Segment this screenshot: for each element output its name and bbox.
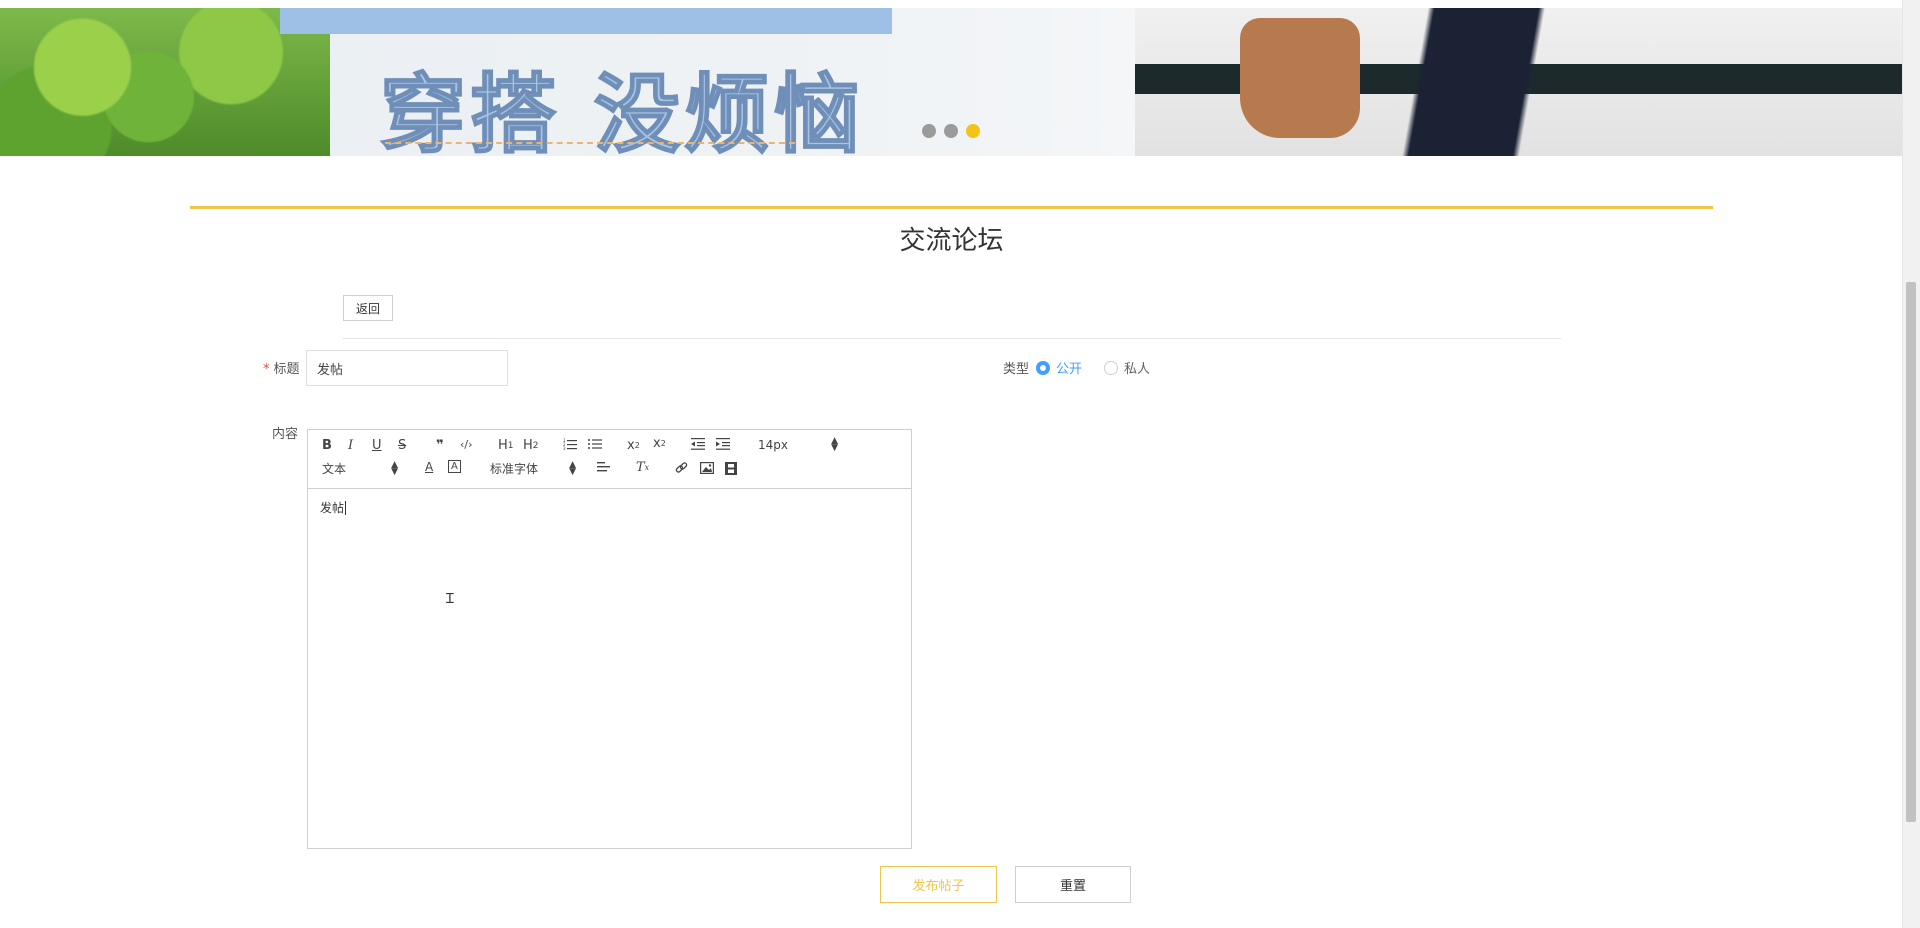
required-mark: * <box>263 362 270 377</box>
select-arrow-icon: ▲ ▼ <box>831 436 838 453</box>
scrollbar-thumb[interactable] <box>1906 282 1916 822</box>
font-size-select[interactable]: 14px ▲ ▼ <box>758 436 838 453</box>
carousel-dot-1[interactable] <box>922 124 936 138</box>
radio-public-circle <box>1036 360 1050 375</box>
banner-dash-line <box>385 142 795 144</box>
subscript-icon[interactable]: x2 <box>627 438 640 453</box>
radio-public-label: 公开 <box>1056 362 1083 377</box>
editor-content[interactable]: 发帖 <box>308 489 911 526</box>
photo-legs <box>1365 8 1655 156</box>
radio-private-label: 私人 <box>1124 362 1151 377</box>
radio-private[interactable]: 私人 <box>1104 358 1150 377</box>
indent-icon[interactable] <box>716 438 730 450</box>
editor-toolbar: B I U S ❞ ‹/› H1 H2 123 x2 x2 14px ▲ ▼ 文本… <box>308 430 911 489</box>
reset-button[interactable]: 重置 <box>1015 866 1131 903</box>
strike-button[interactable]: S <box>398 438 406 453</box>
header-select[interactable]: 文本 ▲ ▼ <box>322 460 398 477</box>
type-label: 类型 <box>1003 362 1030 377</box>
align-icon[interactable] <box>597 462 610 472</box>
font-family-value: 标准字体 <box>490 462 539 476</box>
photo-bag <box>1240 18 1360 138</box>
page-title: 交流论坛 <box>899 226 1004 256</box>
form-divider <box>343 338 1561 339</box>
select-arrow-icon: ▲ ▼ <box>569 459 576 477</box>
editor-content-text: 发帖 <box>320 501 345 515</box>
svg-text:3: 3 <box>563 446 566 450</box>
outdent-icon[interactable] <box>691 438 705 450</box>
background-color-icon[interactable]: A <box>448 460 461 473</box>
section-divider <box>190 206 1713 209</box>
header-select-value: 文本 <box>322 462 347 476</box>
clean-format-icon[interactable]: Tx <box>636 460 649 475</box>
font-family-select[interactable]: 标准字体 ▲ ▼ <box>490 460 576 477</box>
carousel-dot-2[interactable] <box>944 124 958 138</box>
italic-button[interactable]: I <box>348 438 353 453</box>
bold-button[interactable]: B <box>322 438 332 453</box>
ordered-list-icon[interactable]: 123 <box>563 438 577 450</box>
underline-button[interactable]: U <box>372 438 382 453</box>
title-label-text: 标题 <box>273 362 300 377</box>
title-label: * 标题 <box>263 358 300 377</box>
font-color-icon[interactable]: A <box>425 460 433 474</box>
header2-button[interactable]: H2 <box>523 438 539 453</box>
video-icon[interactable] <box>725 462 737 475</box>
link-icon[interactable] <box>675 462 688 475</box>
rich-text-editor: B I U S ❞ ‹/› H1 H2 123 x2 x2 14px ▲ ▼ 文本… <box>307 429 912 849</box>
banner-top-bar <box>280 8 892 34</box>
text-cursor-icon: Ɪ <box>446 591 454 607</box>
header1-button[interactable]: H1 <box>498 438 514 453</box>
content-label: 内容 <box>272 427 299 442</box>
banner-slogan: 穿搭 没烦恼 <box>379 64 864 156</box>
banner-photo <box>1135 8 1903 156</box>
select-arrow-icon: ▲ ▼ <box>391 459 398 477</box>
image-icon[interactable] <box>700 462 714 474</box>
code-icon[interactable]: ‹/› <box>460 438 473 451</box>
font-size-value: 14px <box>758 438 788 452</box>
carousel-indicators <box>922 124 980 138</box>
quote-icon[interactable]: ❞ <box>436 438 444 453</box>
bullet-list-icon[interactable] <box>588 438 602 450</box>
page-scrollbar[interactable] <box>1902 0 1920 928</box>
radio-public[interactable]: 公开 <box>1036 358 1082 377</box>
carousel-dot-3[interactable] <box>966 124 980 138</box>
back-button[interactable]: 返回 <box>343 295 393 321</box>
type-radio-group: 公开 私人 <box>1036 358 1150 377</box>
superscript-icon[interactable]: x2 <box>653 436 666 451</box>
publish-button[interactable]: 发布帖子 <box>880 866 997 903</box>
radio-private-circle <box>1104 360 1119 375</box>
text-caret <box>345 501 347 515</box>
title-input[interactable] <box>306 350 508 386</box>
